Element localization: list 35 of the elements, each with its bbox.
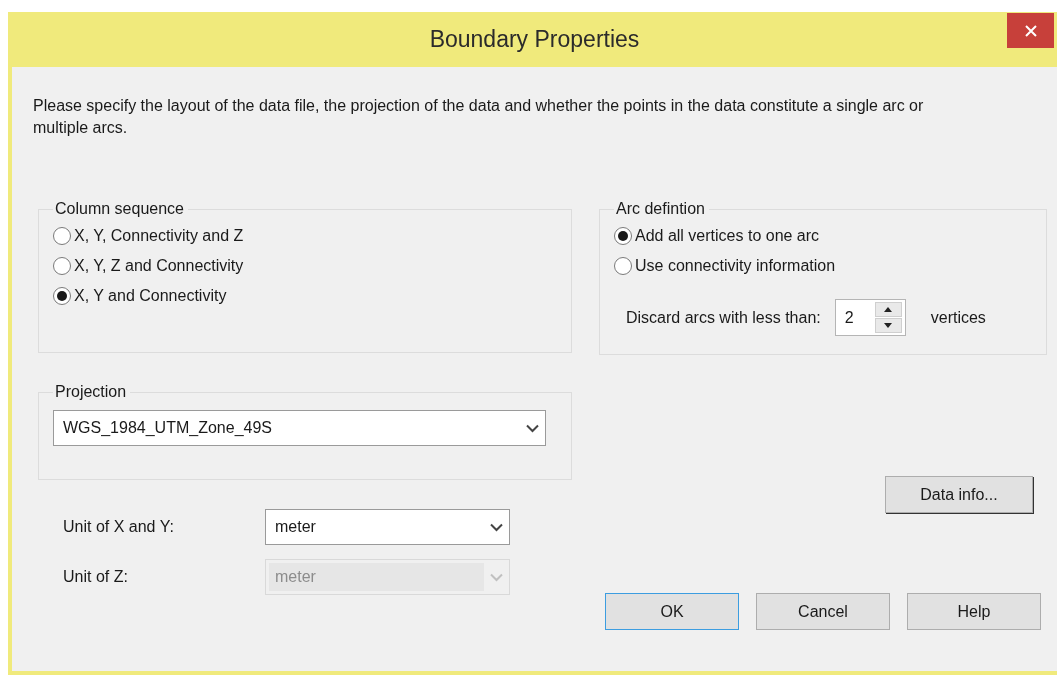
data-info-button[interactable]: Data info... bbox=[885, 476, 1033, 513]
radio-circle[interactable] bbox=[614, 257, 632, 275]
unit-label: Unit of X and Y: bbox=[63, 518, 175, 536]
spin-up-button[interactable] bbox=[874, 302, 902, 317]
dialog-button[interactable]: Help bbox=[907, 593, 1041, 630]
radio-option[interactable]: X, Y, Z and Connectivity bbox=[53, 251, 244, 281]
radio-option[interactable]: Use connectivity information bbox=[614, 251, 836, 281]
close-button[interactable] bbox=[1007, 13, 1054, 48]
radio-option[interactable]: X, Y, Connectivity and Z bbox=[53, 221, 244, 251]
dropdown-caret-icon bbox=[526, 423, 539, 433]
unit-label: Unit of Z: bbox=[63, 568, 129, 586]
close-icon bbox=[1024, 24, 1037, 37]
radio-circle[interactable] bbox=[53, 257, 71, 275]
down-arrow-icon bbox=[884, 323, 893, 328]
window-title: Boundary Properties bbox=[429, 26, 640, 53]
radio-circle[interactable] bbox=[53, 227, 71, 245]
group-label: Projection bbox=[54, 382, 128, 402]
radio-option[interactable]: Add all vertices to one arc bbox=[614, 221, 820, 251]
radio-circle[interactable] bbox=[614, 227, 632, 245]
radio-circle[interactable] bbox=[53, 287, 71, 305]
projection-dropdown[interactable]: WGS_1984_UTM_Zone_49S bbox=[53, 410, 546, 446]
vertex-count-spinner[interactable]: 2 bbox=[834, 299, 906, 336]
dropdown-caret-icon bbox=[490, 572, 503, 582]
unit-dropdown[interactable]: meter bbox=[265, 509, 510, 545]
dialog-button[interactable]: OK bbox=[605, 593, 739, 630]
group-label: Arc defintion bbox=[615, 199, 706, 219]
instruction-text: Please specify the layout of the data file, the projection of the data and whether the points in the data constitute a single arc or multiple arcs. bbox=[33, 96, 925, 138]
units-suffix: vertices bbox=[930, 308, 986, 327]
radio-option[interactable]: X, Y and Connectivity bbox=[53, 281, 227, 311]
discard-label: Discard arcs with less than: bbox=[626, 308, 821, 327]
group-label: Column sequence bbox=[54, 199, 185, 219]
spin-down-button[interactable] bbox=[874, 318, 902, 333]
up-arrow-icon bbox=[884, 307, 893, 312]
dropdown-caret-icon bbox=[490, 522, 503, 532]
dialog-button[interactable]: Cancel bbox=[756, 593, 890, 630]
